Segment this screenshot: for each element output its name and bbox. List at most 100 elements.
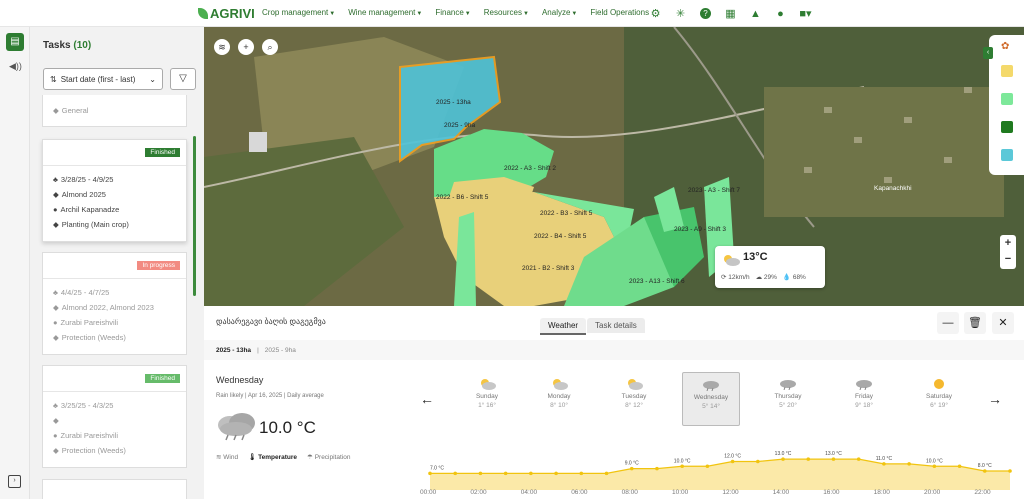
app-switcher-icon[interactable]: ■▾ bbox=[799, 7, 812, 20]
task-card[interactable] bbox=[42, 479, 187, 499]
day-name: Tuesday bbox=[621, 393, 647, 400]
status-badge: In progress bbox=[137, 261, 180, 270]
task-card[interactable]: Finished ♣ 3/28/25 - 4/9/25 ◆ Almond 2025 … bbox=[42, 139, 187, 242]
chat-icon[interactable]: ● bbox=[774, 7, 787, 20]
add-button[interactable]: + bbox=[238, 39, 254, 55]
hour-tick-label: 20:00 bbox=[924, 489, 941, 496]
gear-icon[interactable]: ⚙ bbox=[649, 7, 662, 20]
expand-panel-icon[interactable]: › bbox=[8, 475, 21, 488]
search-map-button[interactable]: ⌕ bbox=[262, 39, 278, 55]
tasks-count: (10) bbox=[73, 40, 92, 51]
temperature-point[interactable] bbox=[806, 457, 811, 461]
temperature-point[interactable] bbox=[453, 471, 458, 476]
agrivi-logo[interactable]: AGRIVI bbox=[198, 6, 255, 21]
forecast-day[interactable]: Friday 9° 18° bbox=[835, 372, 893, 426]
temperature-point[interactable] bbox=[982, 469, 987, 473]
hour-tick-label: 16:00 bbox=[823, 489, 840, 496]
top-icons: ⚙ ✳ ? ▦ ▲ ● ■▾ bbox=[649, 7, 812, 21]
zoom-in-button[interactable]: + bbox=[1000, 235, 1016, 251]
forecast-day[interactable]: Monday 8° 10° bbox=[530, 372, 588, 426]
tag-icon: ◆ bbox=[53, 333, 59, 342]
satellite-map[interactable]: ≋ + ⌕ 2025 - 13ha 2025 - 9ha 2022 - A3 -… bbox=[204, 27, 1024, 306]
caret-down-icon: ▼ bbox=[571, 11, 578, 17]
temperature-point[interactable] bbox=[428, 471, 432, 476]
tab-task-details[interactable]: Task details bbox=[587, 318, 645, 333]
map-field-label: 2023 - A9 - Shift 3 bbox=[674, 226, 727, 233]
mode-temperature[interactable]: 🌡 Temperature bbox=[248, 453, 297, 461]
weather-popup[interactable]: 13°C ⟳ 12km/h ☁ 29% 💧 68% bbox=[715, 246, 825, 288]
help-icon[interactable]: ? bbox=[699, 7, 712, 20]
temperature-point[interactable] bbox=[907, 462, 911, 466]
temperature-point[interactable] bbox=[629, 466, 634, 471]
sun-cloud-icon bbox=[481, 379, 496, 390]
minimize-button[interactable]: — bbox=[937, 312, 959, 334]
layers-button[interactable]: ≋ bbox=[214, 39, 230, 55]
day-range: 8° 12° bbox=[625, 402, 643, 409]
temperature-point[interactable] bbox=[781, 457, 785, 461]
forecast-day[interactable]: Wednesday 5° 14° bbox=[682, 372, 740, 426]
next-arrow-icon[interactable]: → bbox=[988, 391, 1002, 407]
rain-cloud-icon bbox=[856, 380, 872, 391]
temperature-point[interactable] bbox=[529, 471, 533, 476]
temperature-point[interactable] bbox=[478, 471, 483, 476]
day-range: 5° 20° bbox=[779, 402, 797, 409]
task-card[interactable]: Finished ♣ 3/25/25 - 4/3/25 ◆ ● Zurabi Par… bbox=[42, 365, 187, 468]
temperature-point[interactable] bbox=[882, 462, 886, 466]
close-button[interactable]: ✕ bbox=[992, 312, 1014, 334]
temperature-point[interactable] bbox=[856, 457, 861, 461]
calendar-icon[interactable]: ▦ bbox=[724, 7, 737, 20]
day-range: 6° 19° bbox=[930, 402, 948, 409]
scrollbar[interactable] bbox=[193, 136, 196, 296]
tag-icon: ◆ bbox=[53, 105, 59, 115]
legend-swatch[interactable] bbox=[1001, 149, 1013, 161]
legend-swatch[interactable] bbox=[1001, 121, 1013, 133]
temperature-point[interactable] bbox=[554, 471, 558, 476]
field-option[interactable]: 2025 - 9ha bbox=[265, 347, 296, 354]
network-icon[interactable]: ✳ bbox=[674, 7, 687, 20]
temperature-point[interactable] bbox=[831, 457, 836, 461]
temperature-point[interactable] bbox=[579, 471, 584, 476]
hour-tick-label: 00:00 bbox=[420, 489, 437, 496]
temperature-point[interactable] bbox=[1008, 469, 1012, 473]
collapse-legend-icon[interactable]: ‹ bbox=[983, 47, 993, 59]
nav-crop-management[interactable]: Crop management▼ bbox=[262, 8, 335, 17]
mode-precipitation[interactable]: ☂ Precipitation bbox=[307, 453, 350, 461]
temperature-point[interactable] bbox=[503, 471, 508, 476]
forecast-day[interactable]: Sunday 1° 16° bbox=[458, 372, 516, 426]
tab-weather[interactable]: Weather bbox=[540, 318, 587, 335]
day-meta: Rain likely | Apr 16, 2025 | Daily avera… bbox=[216, 393, 324, 399]
prev-arrow-icon[interactable]: ← bbox=[420, 391, 434, 407]
tag-icon: ◆ bbox=[53, 416, 59, 425]
mode-wind[interactable]: ≋ Wind bbox=[216, 453, 238, 461]
temperature-point[interactable] bbox=[655, 466, 659, 471]
bell-icon[interactable]: ▲ bbox=[749, 7, 762, 20]
nav-resources[interactable]: Resources▼ bbox=[484, 8, 529, 17]
popup-temperature: 13°C bbox=[743, 251, 768, 263]
nav-analyze[interactable]: Analyze▼ bbox=[542, 8, 577, 17]
temperature-point[interactable] bbox=[680, 464, 684, 469]
nav-finance[interactable]: Finance▼ bbox=[435, 8, 470, 17]
main-nav: Crop management▼ Wine management▼ Financ… bbox=[262, 8, 649, 17]
legend-swatch[interactable] bbox=[1001, 93, 1013, 105]
temperature-point[interactable] bbox=[705, 464, 710, 469]
forecast-day[interactable]: Tuesday 8° 12° bbox=[605, 372, 663, 426]
legend-swatch[interactable] bbox=[1001, 65, 1013, 77]
temperature-point[interactable] bbox=[604, 471, 609, 476]
delete-button[interactable]: 🗑 bbox=[964, 312, 986, 334]
temperature-point[interactable] bbox=[730, 459, 735, 464]
forecast-day[interactable]: Saturday 6° 19° bbox=[910, 372, 968, 426]
nav-wine-management[interactable]: Wine management▼ bbox=[348, 8, 422, 17]
field-option-selected[interactable]: 2025 - 13ha bbox=[216, 347, 251, 354]
temperature-point[interactable] bbox=[957, 464, 962, 469]
temperature-point[interactable] bbox=[932, 464, 937, 469]
forecast-day[interactable]: Thursday 5° 20° bbox=[759, 372, 817, 426]
temperature-point[interactable] bbox=[756, 459, 760, 464]
tasks-clipboard-icon[interactable]: ▤ bbox=[6, 33, 24, 51]
task-card[interactable]: ◆ General bbox=[42, 95, 187, 127]
nav-field-operations[interactable]: Field Operations bbox=[590, 8, 649, 17]
announcement-icon[interactable]: ◀)) bbox=[9, 61, 22, 72]
sort-dropdown[interactable]: ⇅ Start date (first - last) ⌄ bbox=[43, 68, 163, 90]
task-card[interactable]: In progress ♣ 4/4/25 - 4/7/25 ◆ Almond 202… bbox=[42, 252, 187, 355]
zoom-out-button[interactable]: − bbox=[1000, 251, 1016, 267]
filter-button[interactable]: ▽ bbox=[170, 68, 196, 90]
